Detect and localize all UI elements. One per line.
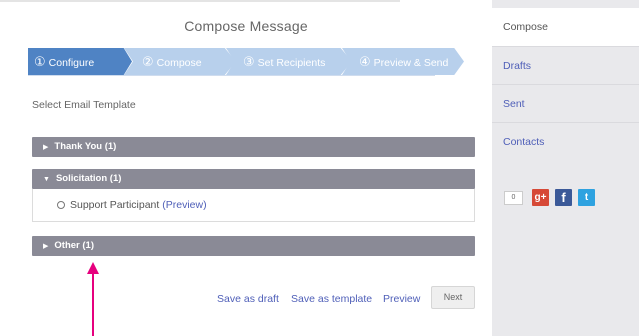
save-template-link[interactable]: Save as template [291, 289, 372, 309]
step-label: Preview & Send [373, 57, 449, 69]
sidebar-item-contacts[interactable]: Contacts [492, 122, 639, 160]
step-number: ③ [243, 54, 255, 69]
step-label: Configure [48, 57, 95, 69]
step-configure[interactable]: ① Configure [28, 48, 132, 75]
top-divider [0, 0, 400, 2]
steps-divider [28, 75, 435, 76]
accordion-thank-you[interactable]: ▶ Thank You (1) [32, 137, 475, 157]
step-set-recipients[interactable]: ③ Set Recipients [226, 48, 352, 75]
sidebar-item-compose[interactable]: Compose [492, 8, 639, 46]
template-option[interactable]: Support Participant (Preview) [57, 199, 207, 211]
accordion-title: Other (1) [54, 240, 94, 251]
step-label: Set Recipients [257, 57, 326, 69]
twitter-icon[interactable]: t [578, 189, 595, 206]
accordion-title: Thank You (1) [54, 141, 117, 152]
step-number: ② [142, 54, 154, 69]
page-title: Compose Message [184, 18, 308, 34]
caret-down-icon: ▼ [43, 176, 50, 183]
sidebar-item-drafts[interactable]: Drafts [492, 46, 639, 84]
share-count: 0 [504, 191, 523, 205]
facebook-icon[interactable]: f [555, 189, 572, 206]
step-compose[interactable]: ② Compose [124, 48, 236, 75]
caret-right-icon: ▶ [43, 243, 49, 250]
option-label: Support Participant [70, 199, 160, 211]
step-number: ④ [359, 54, 371, 69]
step-preview-send[interactable]: ④ Preview & Send [342, 48, 464, 75]
accordion-title: Solicitation (1) [55, 173, 122, 184]
wizard-steps: ① Configure ② Compose ③ Set Recipients ④ Pre… [28, 48, 464, 75]
sidebar: Compose Drafts Sent Contacts [492, 0, 639, 336]
preview-link[interactable]: (Preview) [162, 199, 206, 211]
accordion-other[interactable]: ▶ Other (1) [32, 236, 475, 256]
step-number: ① [34, 54, 46, 69]
next-button[interactable]: Next [431, 286, 475, 309]
annotation-arrow [92, 272, 94, 336]
google-plus-icon[interactable]: g+ [532, 189, 549, 206]
compose-panel: Compose Message ① Configure ② Compose ③ Set… [0, 0, 492, 336]
radio-button[interactable] [57, 201, 65, 209]
accordion-solicitation-body: Support Participant (Preview) [32, 189, 475, 222]
select-template-label: Select Email Template [32, 99, 136, 111]
save-draft-link[interactable]: Save as draft [217, 289, 279, 309]
sidebar-item-sent[interactable]: Sent [492, 84, 639, 122]
accordion-solicitation[interactable]: ▼ Solicitation (1) [32, 169, 475, 189]
preview-link[interactable]: Preview [383, 289, 420, 309]
caret-right-icon: ▶ [43, 144, 49, 151]
step-label: Compose [156, 57, 202, 69]
